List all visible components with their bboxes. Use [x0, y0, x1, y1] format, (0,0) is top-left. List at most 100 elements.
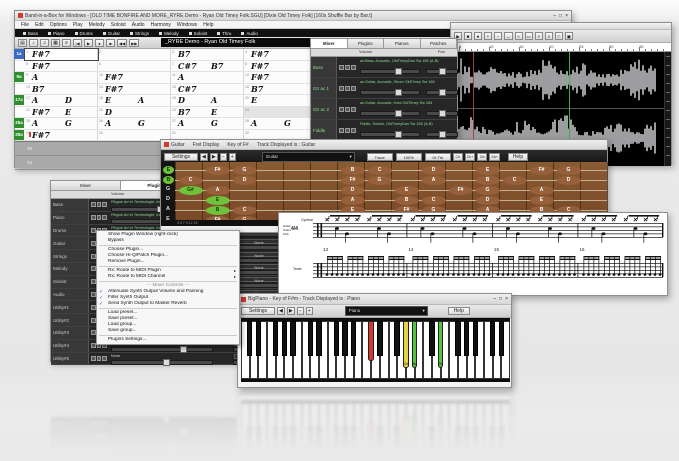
track-dot-button[interactable] — [102, 215, 107, 220]
plugin-track-label[interactable]: Piano — [51, 212, 89, 224]
chord-cell[interactable]: 10F#7 — [98, 72, 171, 83]
menu-melody[interactable]: Melody — [89, 22, 105, 28]
guitar-small-button-2[interactable]: Gb — [477, 153, 487, 161]
menu-item-5[interactable]: Remove Plugin... — [97, 259, 239, 265]
guitar-track-dropdown[interactable]: Guitar▾ — [262, 152, 355, 162]
chord-cell[interactable]: 27AG — [171, 118, 244, 129]
fretboard-note[interactable]: G — [233, 166, 257, 175]
black-key[interactable] — [256, 321, 261, 356]
chord-cell[interactable]: 9A — [25, 72, 98, 83]
guitar-titlebar[interactable]: GuitarFret DisplayKey of F#Track Display… — [161, 140, 607, 150]
pan-slider-thumb[interactable] — [439, 68, 446, 75]
guitar-button-2[interactable]: Gt Trk — [425, 153, 451, 161]
main-titlebar[interactable]: Band-in-a-Box for Windows - [OLD TIME BO… — [15, 11, 571, 21]
black-key[interactable] — [290, 321, 295, 356]
menu-item-13[interactable]: Send Synth Output to Master Reverb✓ — [97, 301, 239, 307]
track-dot-button[interactable] — [91, 266, 96, 271]
transport-button-1[interactable]: ▶ — [84, 39, 93, 47]
fretboard-note[interactable]: B — [206, 206, 230, 215]
fretboard-note[interactable]: G — [476, 186, 500, 195]
bigpiano-minimize-button[interactable]: – — [493, 296, 496, 302]
menu-soloist[interactable]: Soloist — [111, 22, 126, 28]
mixer-tab-pianos[interactable]: Pianos — [384, 39, 421, 48]
plugin-track-label[interactable]: Utility#4 — [51, 340, 89, 352]
mixer-track-label[interactable]: Gtr ac 1 — [311, 78, 337, 98]
chord-cell[interactable]: 5F#7 — [25, 61, 98, 72]
fretboard-note[interactable]: A — [206, 186, 230, 195]
fretboard-note[interactable]: B — [341, 166, 365, 175]
transport-button-2[interactable]: ● — [95, 39, 104, 47]
menu-options[interactable]: Options — [50, 22, 67, 28]
section-marker[interactable]: 9a — [14, 72, 24, 82]
menu-play[interactable]: Play — [73, 22, 83, 28]
fretboard-note[interactable]: B — [395, 196, 419, 205]
fretboard-note[interactable]: A — [422, 176, 446, 185]
chord-cell[interactable]: 7C#7B7 — [171, 61, 244, 72]
fretboard-note[interactable]: C — [179, 176, 203, 185]
fretboard-note[interactable]: E — [206, 196, 230, 205]
fretboard-note[interactable]: E — [395, 186, 419, 195]
piano-small-button-1[interactable]: ▶ — [287, 307, 295, 315]
section-marker[interactable]: 25a — [14, 118, 24, 128]
chord-cell[interactable]: 28AG — [244, 118, 317, 129]
black-key[interactable] — [377, 321, 382, 356]
fretboard-note[interactable]: E — [476, 166, 500, 175]
track-button-thru[interactable]: Thru — [213, 31, 235, 36]
pan-slider-thumb[interactable] — [439, 131, 446, 138]
guitar-title-item-3[interactable]: Track Displayed is : Guitar — [257, 142, 315, 148]
fretboard-note[interactable]: C — [368, 166, 392, 175]
fretboard-note[interactable]: D — [422, 166, 446, 175]
track-dot-button[interactable] — [91, 318, 96, 323]
track-button-soloist[interactable]: Soloist — [185, 31, 212, 36]
volume-slider-thumb[interactable] — [395, 110, 402, 117]
drum-notation[interactable]: 4/4CymbalHiHatSnareKickTamb13141516 — [279, 213, 667, 295]
track-dot-button[interactable] — [91, 228, 96, 233]
toolbar-icon-0[interactable]: ▤ — [18, 39, 27, 47]
mixer-tab-plugins[interactable]: Plugins — [348, 39, 385, 48]
volume-slider[interactable] — [111, 360, 213, 365]
audio-tool-3[interactable]: + — [484, 32, 492, 40]
black-key[interactable] — [394, 321, 399, 356]
menu-harmony[interactable]: Harmony — [151, 22, 171, 28]
track-dot-button[interactable] — [91, 305, 96, 310]
chord-cell[interactable]: 14F#7 — [98, 84, 171, 95]
plugin-slot-2[interactable]: None — [234, 277, 284, 282]
track-button-bass[interactable]: Bass — [19, 31, 42, 36]
plugin-track-label[interactable]: Bass — [51, 199, 89, 211]
audio-tool-7[interactable]: ▭ — [525, 32, 533, 40]
chord-cell[interactable]: 4F#7 — [244, 49, 317, 60]
guitar-small-button-1[interactable]: Ch+ — [465, 153, 476, 161]
highlighted-key[interactable]: G# — [403, 321, 409, 368]
mixer-track-label[interactable]: Fiddle — [311, 120, 337, 140]
transport-button-4[interactable]: ◀◀ — [117, 39, 127, 47]
chord-cell[interactable]: 20E — [244, 95, 317, 106]
fretboard-note[interactable]: E — [530, 196, 554, 205]
track-button-strings[interactable]: Strings — [126, 31, 153, 36]
track-dot-button[interactable] — [345, 128, 350, 133]
piano-track-dropdown[interactable]: Piano▾ — [345, 306, 428, 316]
audio-tool-8[interactable]: × — [535, 32, 543, 40]
audio-scrollbar[interactable] — [664, 52, 671, 166]
piano-small-button-3[interactable]: + — [306, 307, 313, 315]
audio-tool-6[interactable]: ≈ — [515, 32, 523, 40]
plugin-slot-2[interactable]: None — [234, 264, 284, 269]
volume-slider-thumb[interactable] — [163, 359, 170, 366]
minimize-button[interactable]: – — [553, 13, 556, 19]
guitar-button-1[interactable]: 100% — [396, 153, 422, 161]
black-key[interactable] — [247, 321, 252, 356]
audio-tool-2[interactable]: ● — [474, 32, 482, 40]
toolbar-icon-2[interactable]: ♫ — [40, 39, 49, 47]
fretboard-note[interactable]: F# — [206, 166, 230, 175]
track-dot-button[interactable] — [339, 107, 344, 112]
guitar-nav-2[interactable]: − — [220, 153, 227, 161]
chord-cell[interactable]: 18EA — [98, 95, 171, 106]
fretboard-note[interactable]: G# — [179, 186, 203, 195]
track-dot-button[interactable] — [351, 86, 356, 91]
mixer-tab-patches[interactable]: Patches — [421, 39, 458, 48]
chord-cell[interactable]: 22D — [98, 107, 171, 118]
fretboard-note[interactable]: F# — [341, 176, 365, 185]
track-dot-button[interactable] — [97, 202, 102, 207]
track-dot-button[interactable] — [91, 356, 96, 361]
audio-tool-9[interactable]: ≡ — [545, 32, 553, 40]
transport-button-5[interactable]: ▶▶ — [129, 39, 139, 47]
